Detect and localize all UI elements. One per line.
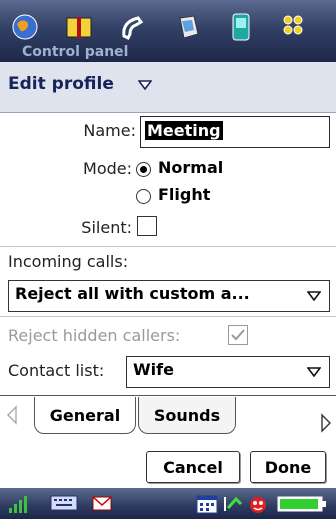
silent-checkbox[interactable] bbox=[137, 216, 157, 236]
connectivity-icon[interactable] bbox=[222, 494, 244, 514]
divider bbox=[0, 316, 336, 317]
tab-sounds-label: Sounds bbox=[153, 405, 221, 425]
status-taskbar bbox=[0, 488, 336, 519]
incoming-calls-value: Reject all with custom a... bbox=[15, 284, 250, 303]
title-menu-chevron-down-icon[interactable] bbox=[138, 80, 152, 90]
mode-radio-normal[interactable]: Normal bbox=[136, 157, 296, 181]
name-label: Name: bbox=[83, 121, 136, 140]
radio-flight-indicator bbox=[136, 189, 151, 204]
incoming-calls-select[interactable]: Reject all with custom a... bbox=[8, 280, 330, 312]
contact-list-value: Wife bbox=[133, 360, 174, 379]
mode-radio-flight[interactable]: Flight bbox=[136, 184, 296, 208]
radio-normal-indicator bbox=[136, 162, 151, 177]
book-icon[interactable] bbox=[62, 10, 96, 44]
apps-grid-icon[interactable] bbox=[278, 10, 312, 44]
signal-strength-icon bbox=[9, 496, 27, 513]
reject-hidden-checkbox bbox=[228, 325, 248, 345]
contact-list-label: Contact list: bbox=[8, 361, 105, 380]
chevron-down-icon bbox=[307, 367, 321, 377]
divider bbox=[0, 246, 336, 247]
pda-icon[interactable] bbox=[170, 10, 204, 44]
profile-form: Name: Meeting Mode: Normal Flight Silent… bbox=[0, 113, 336, 395]
incoming-calls-label: Incoming calls: bbox=[8, 252, 129, 271]
contact-list-select[interactable]: Wife bbox=[126, 356, 330, 388]
cancel-button-label: Cancel bbox=[163, 457, 223, 477]
tab-strip: General Sounds bbox=[0, 395, 336, 445]
mobile-icon[interactable] bbox=[224, 10, 258, 44]
tab-strip-line bbox=[0, 395, 336, 396]
silent-label: Silent: bbox=[81, 218, 132, 237]
mode-label: Mode: bbox=[83, 159, 132, 178]
dialog-header[interactable]: Edit profile bbox=[0, 62, 336, 113]
tab-scroll-left-icon[interactable] bbox=[6, 405, 18, 425]
profile-status-icon[interactable] bbox=[246, 494, 270, 514]
mail-icon[interactable] bbox=[92, 494, 112, 512]
tab-general-label: General bbox=[49, 405, 121, 425]
battery-icon bbox=[277, 496, 326, 512]
dialog-buttons: Cancel Done bbox=[0, 447, 336, 487]
radio-normal-label: Normal bbox=[158, 158, 224, 177]
phone-icon[interactable] bbox=[116, 10, 150, 44]
name-input[interactable]: Meeting bbox=[140, 116, 330, 148]
checkmark-icon bbox=[231, 329, 245, 341]
keyboard-icon[interactable] bbox=[50, 494, 78, 512]
reject-hidden-label: Reject hidden callers: bbox=[8, 326, 181, 345]
calendar-icon[interactable] bbox=[196, 494, 218, 514]
tab-sounds[interactable]: Sounds bbox=[138, 397, 236, 434]
cancel-button[interactable]: Cancel bbox=[146, 451, 240, 483]
done-button-label: Done bbox=[264, 457, 312, 477]
radio-flight-label: Flight bbox=[158, 185, 211, 204]
dialog-title: Edit profile bbox=[8, 74, 114, 94]
background-app-title: Control panel bbox=[22, 44, 129, 60]
name-input-value: Meeting bbox=[145, 121, 223, 140]
tab-scroll-right-icon[interactable] bbox=[320, 413, 332, 433]
chevron-down-icon bbox=[307, 291, 321, 301]
done-button[interactable]: Done bbox=[250, 451, 326, 483]
globe-icon[interactable] bbox=[8, 10, 42, 44]
tab-general[interactable]: General bbox=[34, 397, 136, 434]
app-launcher-bar: Control panel bbox=[0, 0, 336, 62]
